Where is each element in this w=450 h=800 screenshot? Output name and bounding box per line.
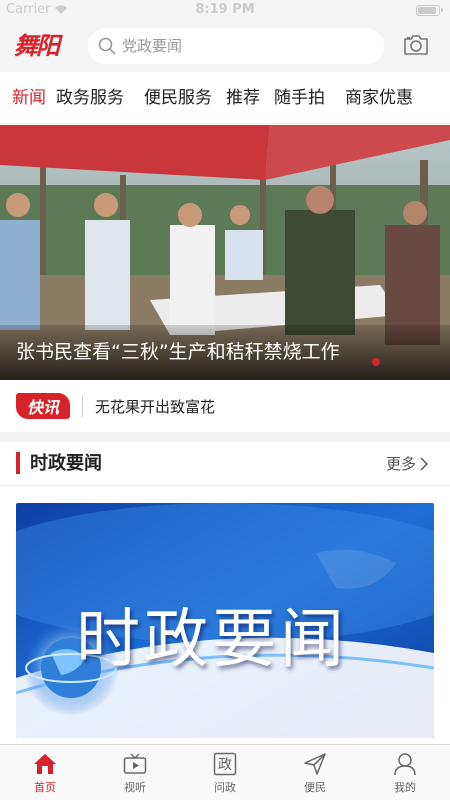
carousel-dot xyxy=(372,358,380,366)
battery-icon xyxy=(416,5,443,16)
nav-home-label: 首页 xyxy=(34,780,56,794)
headline-banner[interactable]: 张书民查看“三秋”生产和秸秆禁烧工作 xyxy=(0,125,450,380)
flash-headline[interactable]: 无花果开出致富花 xyxy=(95,396,215,417)
nav-inquiry-label: 问政 xyxy=(214,780,236,794)
section-title: 时政要闻 xyxy=(30,453,102,474)
section-gap xyxy=(0,432,450,442)
svg-text:政: 政 xyxy=(218,757,232,773)
chevron-right-icon xyxy=(420,457,428,471)
search-bar[interactable] xyxy=(88,28,384,64)
tab-news[interactable]: 新闻 xyxy=(0,72,52,124)
section-feature-image[interactable]: 时政要闻 xyxy=(16,503,434,738)
tab-public-services[interactable]: 便民服务 xyxy=(130,72,218,124)
nav-convenience-label: 便民 xyxy=(304,780,326,794)
camera-icon xyxy=(404,35,428,55)
user-icon xyxy=(392,751,418,777)
app-logo: 舞阳 xyxy=(14,31,60,60)
nav-video-label: 视听 xyxy=(124,780,146,794)
tv-icon xyxy=(122,751,148,777)
flash-news-bar[interactable]: 快讯 无花果开出致富花 xyxy=(0,380,450,432)
flash-badge: 快讯 xyxy=(16,393,70,419)
tab-merchant-deals[interactable]: 商家优惠 xyxy=(331,72,419,124)
status-bar: Carrier 8:19 PM xyxy=(0,0,450,20)
more-button[interactable]: 更多 xyxy=(386,442,428,486)
tab-recommend[interactable]: 推荐 xyxy=(218,72,266,124)
nav-home[interactable]: 首页 xyxy=(0,745,90,800)
tab-government-services[interactable]: 政务服务 xyxy=(52,72,130,124)
section-accent-bar xyxy=(16,452,20,474)
nav-profile-label: 我的 xyxy=(394,780,416,794)
carousel-indicator xyxy=(372,358,380,366)
tab-snapshot[interactable]: 随手拍 xyxy=(266,72,331,124)
feature-image-title: 时政要闻 xyxy=(76,603,348,677)
channel-tabs: 新闻 政务服务 便民服务 推荐 随手拍 商家优惠 xyxy=(0,72,450,124)
section-header: 时政要闻 更多 xyxy=(0,442,450,486)
more-label: 更多 xyxy=(385,455,416,473)
zheng-icon: 政 xyxy=(212,751,238,777)
clock: 8:19 PM xyxy=(195,2,255,17)
nav-inquiry[interactable]: 政 问政 xyxy=(180,745,270,800)
nav-convenience[interactable]: 便民 xyxy=(270,745,360,800)
nav-profile[interactable]: 我的 xyxy=(360,745,450,800)
divider xyxy=(82,395,83,417)
home-icon xyxy=(32,751,58,777)
banner-caption: 张书民查看“三秋”生产和秸秆禁烧工作 xyxy=(0,325,450,380)
bottom-tab-bar: 首页 视听 政 问政 便民 我的 xyxy=(0,744,450,800)
nav-video[interactable]: 视听 xyxy=(90,745,180,800)
search-input[interactable] xyxy=(122,37,352,55)
search-icon xyxy=(98,37,116,55)
app-header: 舞阳 xyxy=(0,20,450,72)
send-icon xyxy=(302,751,328,777)
camera-button[interactable] xyxy=(402,32,430,58)
